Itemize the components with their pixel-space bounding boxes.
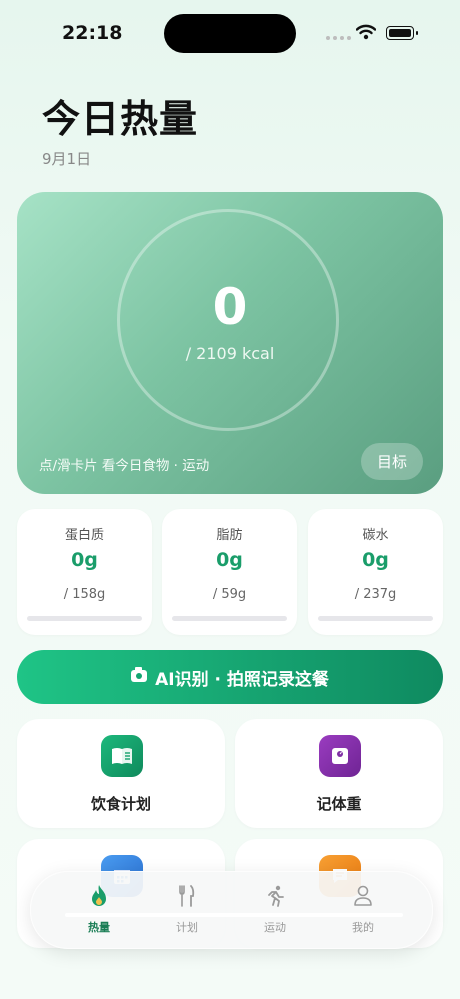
tile-label: 饮食计划 xyxy=(90,795,151,813)
tab-plan[interactable]: 计划 xyxy=(157,884,217,940)
fork-knife-icon xyxy=(179,885,195,907)
flame-icon xyxy=(92,885,106,906)
wifi-icon xyxy=(356,24,376,40)
tile-label: 记体重 xyxy=(316,795,362,813)
macro-value: 0g xyxy=(71,549,98,571)
scale-icon xyxy=(319,735,361,777)
macro-progress-bar xyxy=(27,616,142,621)
tab-label: 运动 xyxy=(264,921,286,934)
tab-calories[interactable]: 热量 xyxy=(69,884,129,940)
book-icon xyxy=(101,735,143,777)
macro-card-fat: 脂肪 0g / 59g xyxy=(162,509,297,635)
status-bar: 22:18 xyxy=(0,0,460,60)
tile-weight[interactable]: 记体重 xyxy=(235,719,443,828)
page-title: 今日热量 xyxy=(42,97,199,141)
tab-exercise[interactable]: 运动 xyxy=(245,884,305,940)
macro-name: 蛋白质 xyxy=(64,528,104,543)
tile-diet-plan[interactable]: 饮食计划 xyxy=(17,719,225,828)
running-icon xyxy=(268,885,284,907)
macro-progress-bar xyxy=(318,616,433,621)
macro-card-protein: 蛋白质 0g / 158g xyxy=(17,509,152,635)
macro-goal: / 158g xyxy=(63,587,106,602)
macro-goal: / 237g xyxy=(354,587,397,602)
page-date: 9月1日 xyxy=(42,150,92,168)
macro-goal: / 59g xyxy=(212,587,247,602)
macro-card-carbs: 碳水 0g / 237g xyxy=(308,509,443,635)
card-hint: 点/滑卡片 看今日食物 · 运动 xyxy=(39,458,210,474)
camera-icon xyxy=(131,667,148,682)
tab-label: 计划 xyxy=(176,921,198,934)
calorie-consumed: 0 xyxy=(212,278,248,336)
status-time: 22:18 xyxy=(62,22,123,44)
tab-bar: 热量 计划 运动 我的 xyxy=(30,871,433,949)
macro-value: 0g xyxy=(362,549,389,571)
ai-photo-log-button[interactable]: AI识别 · 拍照记录这餐 xyxy=(17,650,443,704)
cellular-signal-icon xyxy=(326,36,351,40)
dynamic-island xyxy=(164,14,296,53)
calorie-card[interactable]: 0 / 2109 kcal 点/滑卡片 看今日食物 · 运动 目标 xyxy=(17,192,443,494)
ai-button-label: AI识别 · 拍照记录这餐 xyxy=(155,669,329,690)
macro-name: 脂肪 xyxy=(216,528,243,543)
tab-profile[interactable]: 我的 xyxy=(333,884,393,940)
calorie-goal: / 2109 kcal xyxy=(185,344,275,363)
tab-label: 热量 xyxy=(88,921,110,934)
macro-progress-bar xyxy=(172,616,287,621)
macro-value: 0g xyxy=(216,549,243,571)
macro-name: 碳水 xyxy=(362,528,389,543)
goal-button[interactable]: 目标 xyxy=(361,443,423,480)
person-icon xyxy=(354,885,372,906)
battery-icon xyxy=(386,26,418,40)
tab-label: 我的 xyxy=(352,921,374,934)
